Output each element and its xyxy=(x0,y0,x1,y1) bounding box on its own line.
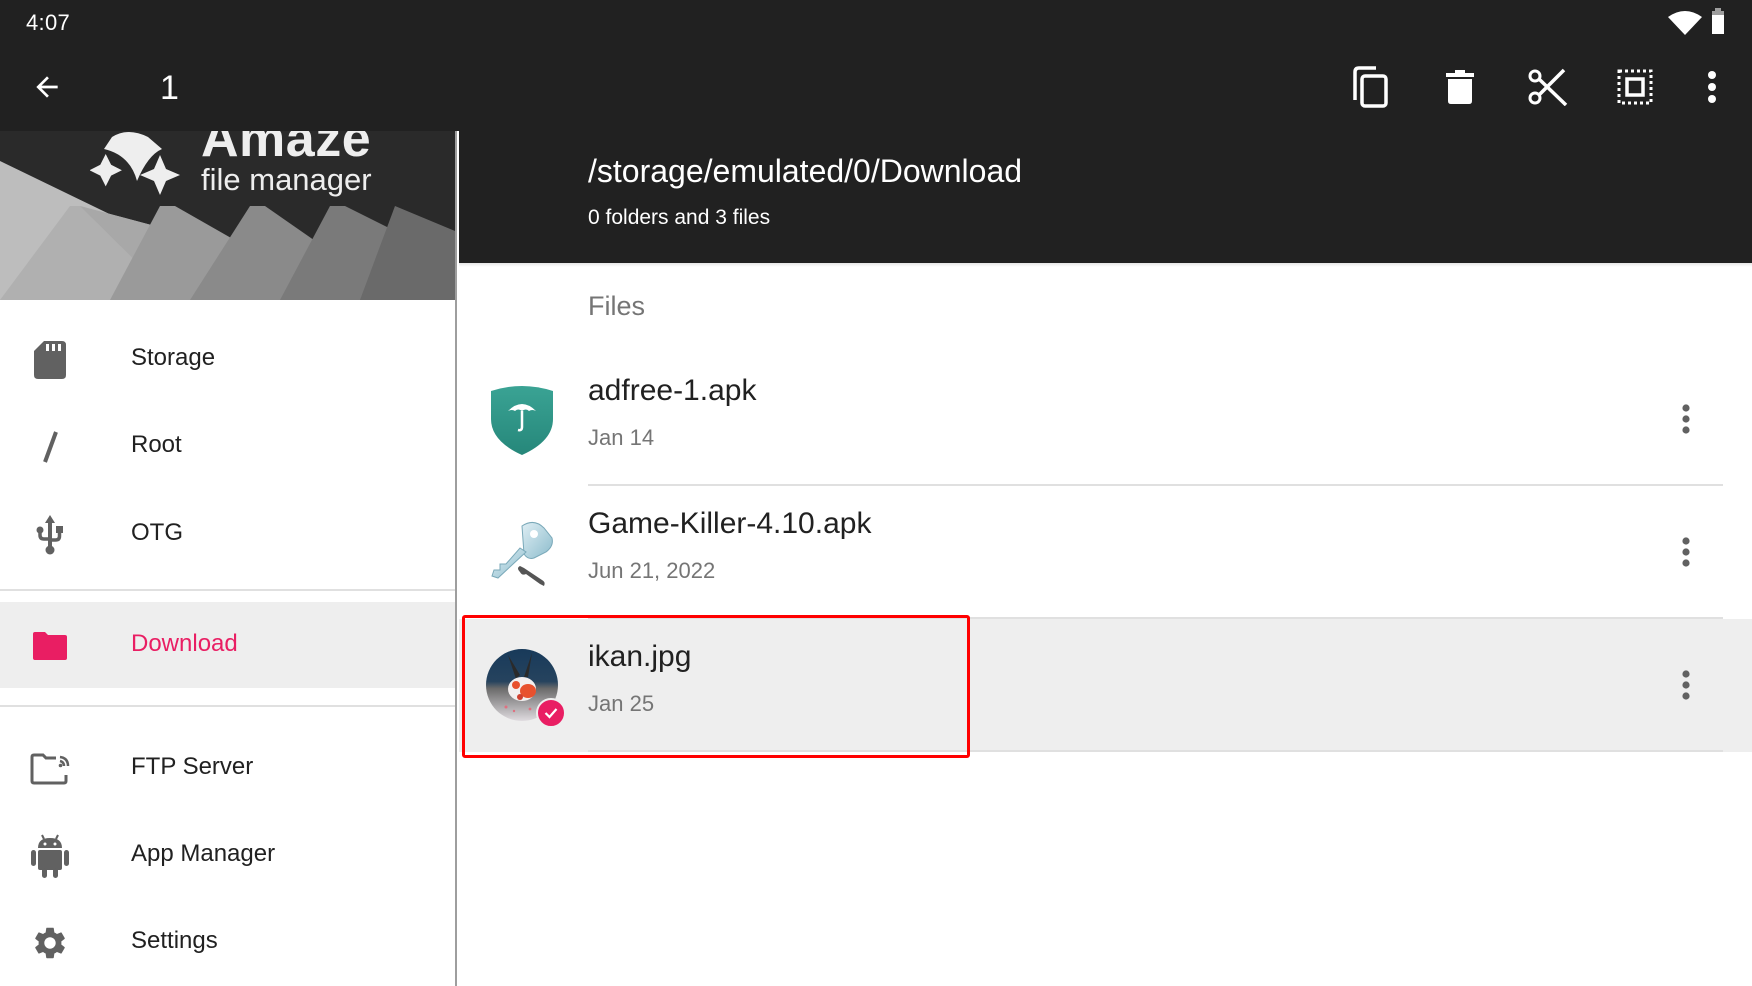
adfree-shield-icon xyxy=(491,386,553,455)
more-vert-icon xyxy=(1682,670,1690,700)
wifi-icon xyxy=(1668,11,1702,35)
row-divider xyxy=(588,750,1723,752)
logo-subtitle: file manager xyxy=(201,162,372,197)
sidebar-item-label: Download xyxy=(131,630,238,657)
header-shadow xyxy=(459,263,1752,267)
status-time: 4:07 xyxy=(26,10,71,35)
battery-icon xyxy=(1712,8,1724,34)
select-all-icon xyxy=(1617,69,1653,105)
file-name: adfree-1.apk xyxy=(588,374,757,407)
sd-card-icon xyxy=(30,340,70,380)
android-icon xyxy=(30,834,70,878)
delete-icon xyxy=(1446,70,1474,104)
sidebar-item-label: OTG xyxy=(131,519,183,546)
copy-icon xyxy=(1353,66,1388,108)
more-vert-icon xyxy=(1682,404,1690,434)
delete-button[interactable] xyxy=(1432,59,1488,115)
file-list-item-selected[interactable]: ikan.jpg Jan 25 xyxy=(459,619,1752,752)
file-menu-button[interactable] xyxy=(1664,393,1708,445)
check-icon xyxy=(544,708,558,719)
sidebar-item-settings[interactable]: Settings xyxy=(0,899,455,985)
current-path[interactable]: /storage/emulated/0/Download xyxy=(588,153,1022,190)
sidebar-divider xyxy=(0,705,455,707)
sidebar-item-download[interactable]: Download xyxy=(0,602,455,688)
slash-icon xyxy=(30,427,70,467)
cut-button[interactable] xyxy=(1520,59,1576,115)
sidebar-divider xyxy=(0,589,455,591)
amaze-logo-icon xyxy=(90,132,180,195)
sidebar-item-label: Root xyxy=(131,431,182,458)
file-menu-button[interactable] xyxy=(1664,659,1708,711)
select-all-button[interactable] xyxy=(1607,59,1663,115)
file-name: ikan.jpg xyxy=(588,640,692,673)
file-date: Jun 21, 2022 xyxy=(588,558,716,583)
sidebar-item-label: FTP Server xyxy=(131,753,254,780)
drawer-header: Amaze file manager xyxy=(0,131,455,300)
more-vert-icon xyxy=(1682,537,1690,567)
file-list-item[interactable]: Game-Killer-4.10.apk Jun 21, 2022 xyxy=(459,486,1752,619)
ftp-folder-icon xyxy=(30,749,70,789)
action-mode-toolbar: 1 xyxy=(0,46,1752,131)
more-vert-icon xyxy=(1708,71,1716,103)
back-button[interactable] xyxy=(19,59,75,115)
more-options-button[interactable] xyxy=(1684,59,1740,115)
file-list-item[interactable]: adfree-1.apk Jan 14 xyxy=(459,353,1752,486)
sidebar-item-root[interactable]: Root xyxy=(0,403,455,489)
sidebar-item-storage[interactable]: Storage xyxy=(0,316,455,402)
usb-icon xyxy=(30,515,70,555)
file-date: Jan 14 xyxy=(588,425,655,450)
files-section-label: Files xyxy=(588,291,646,321)
sidebar-item-label: App Manager xyxy=(131,840,276,867)
selected-check-badge xyxy=(536,698,566,728)
selection-count: 1 xyxy=(160,69,179,107)
key-wrench-icon xyxy=(491,522,553,586)
navigation-drawer: Amaze file manager Storage Root OTG Down… xyxy=(0,131,457,986)
file-name: Game-Killer-4.10.apk xyxy=(588,507,872,540)
sidebar-item-otg[interactable]: OTG xyxy=(0,491,455,577)
folder-icon xyxy=(30,626,70,666)
gear-icon xyxy=(30,923,70,963)
arrow-back-icon xyxy=(36,76,58,98)
status-bar: 4:07 xyxy=(0,0,1752,46)
copy-button[interactable] xyxy=(1344,59,1400,115)
folder-summary: 0 folders and 3 files xyxy=(588,206,771,229)
sidebar-item-label: Storage xyxy=(131,344,216,371)
cut-icon xyxy=(1528,68,1568,106)
sidebar-item-app-manager[interactable]: App Manager xyxy=(0,812,455,898)
sidebar-item-label: Settings xyxy=(131,927,218,954)
path-header: /storage/emulated/0/Download 0 folders a… xyxy=(459,131,1752,263)
sidebar-item-ftp-server[interactable]: FTP Server xyxy=(0,725,455,811)
file-menu-button[interactable] xyxy=(1664,526,1708,578)
file-date: Jan 25 xyxy=(588,691,655,716)
